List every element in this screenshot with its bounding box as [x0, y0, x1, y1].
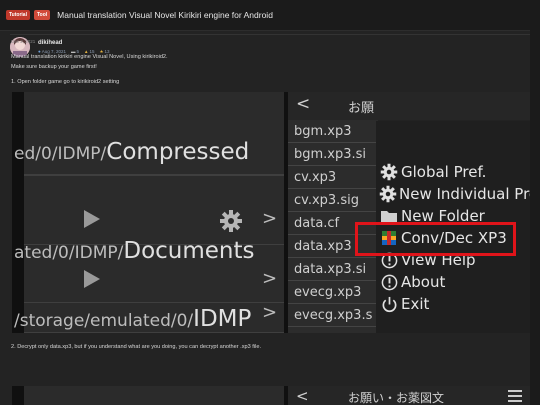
page-scrollbar[interactable] — [530, 0, 540, 405]
menu-item-exit[interactable]: Exit — [376, 293, 530, 315]
folder-row-compressed: ed/0/IDMP/Compressed — [14, 92, 284, 175]
info-icon — [379, 272, 399, 292]
folder-path-prefix: ed/0/IDMP/ — [14, 144, 107, 164]
folder-history-panel: ed/0/IDMP/Compressed > ated/0/IDMP/Docum… — [14, 92, 284, 333]
power-icon — [379, 294, 399, 314]
post-body: Manual translation kirikiri engine Visua… — [11, 52, 168, 72]
highlight-box — [355, 222, 516, 256]
file-browser-panel: < お願 bgm.xp3 bgm.xp3.si cv.xp3 cv.xp3.si… — [288, 92, 530, 333]
file-item[interactable]: data.xp3.si — [288, 258, 378, 281]
chevron-right-icon[interactable]: > — [262, 268, 277, 289]
tool-prefix-badge[interactable]: Tool — [33, 10, 51, 20]
menu-item-label: Global Pref. — [401, 163, 487, 181]
step-2-text: 2. Decrypt only data.xp3, but if you und… — [11, 344, 262, 350]
menu-item-label: New Individual Pre — [399, 185, 530, 203]
menu-item-global-pref[interactable]: Global Pref. — [376, 161, 530, 183]
play-icon[interactable] — [84, 270, 100, 288]
file-item[interactable]: bgm.xp3 — [288, 120, 378, 143]
folder-title: お願い・お薬図文 — [348, 391, 445, 405]
post-line-1: Manual translation kirikiri engine Visua… — [11, 54, 168, 60]
author-name[interactable]: dikihead — [38, 40, 110, 46]
folder-row-documents: ated/0/IDMP/Documents — [14, 175, 284, 264]
divider — [10, 34, 530, 35]
back-icon[interactable]: < — [296, 94, 310, 114]
embedded-screenshot-settings: ed/0/IDMP/Compressed > ated/0/IDMP/Docum… — [12, 92, 530, 333]
folder-row-idmp: /storage/emulated/0/IDMP — [14, 302, 284, 333]
embedded-screenshot-decrypt: < お願い・お薬図文 — [12, 386, 530, 405]
file-item[interactable]: evecg.xp3 — [288, 281, 378, 304]
folder-path-name: Compressed — [106, 139, 250, 165]
step-1-text: 1. Open folder game go to kirikiroid2 se… — [11, 79, 120, 85]
thread-header: Tutorial Tool Manual translation Visual … — [0, 0, 540, 30]
hamburger-menu-icon[interactable] — [508, 390, 522, 402]
folder-history-panel — [24, 386, 284, 405]
gear-icon — [379, 162, 399, 182]
chevron-right-icon[interactable]: > — [262, 302, 277, 323]
file-browser-header: < お願い・お薬図文 — [288, 386, 530, 405]
folder-path-name: IDMP — [193, 306, 252, 332]
post-date[interactable]: Dec 2, 2021 — [11, 39, 35, 44]
file-item[interactable]: cv.xp3.sig — [288, 189, 378, 212]
file-browser-header: < お願 — [288, 92, 530, 120]
folder-title: お願 — [348, 101, 375, 116]
menu-item-about[interactable]: About — [376, 271, 530, 293]
menu-item-label: Exit — [401, 295, 430, 313]
post-line-2: Make sure backup your game first! — [11, 64, 97, 70]
menu-item-new-individual-pref[interactable]: New Individual Pre — [376, 183, 530, 205]
file-item[interactable]: evecg.xp3.s — [288, 304, 378, 327]
folder-path-prefix: /storage/emulated/0/ — [14, 311, 194, 331]
thread-title: Manual translation Visual Novel Kirikiri… — [57, 10, 273, 20]
file-item[interactable]: cv.xp3 — [288, 166, 378, 189]
gear-icon — [379, 184, 397, 204]
folder-path-prefix: ated/0/IDMP/ — [14, 243, 124, 263]
tutorial-prefix-badge[interactable]: Tutorial — [6, 10, 30, 20]
back-icon[interactable]: < — [296, 387, 309, 405]
folder-path-name: Documents — [123, 238, 255, 264]
file-item[interactable]: bgm.xp3.si — [288, 143, 378, 166]
menu-item-label: About — [401, 273, 446, 291]
